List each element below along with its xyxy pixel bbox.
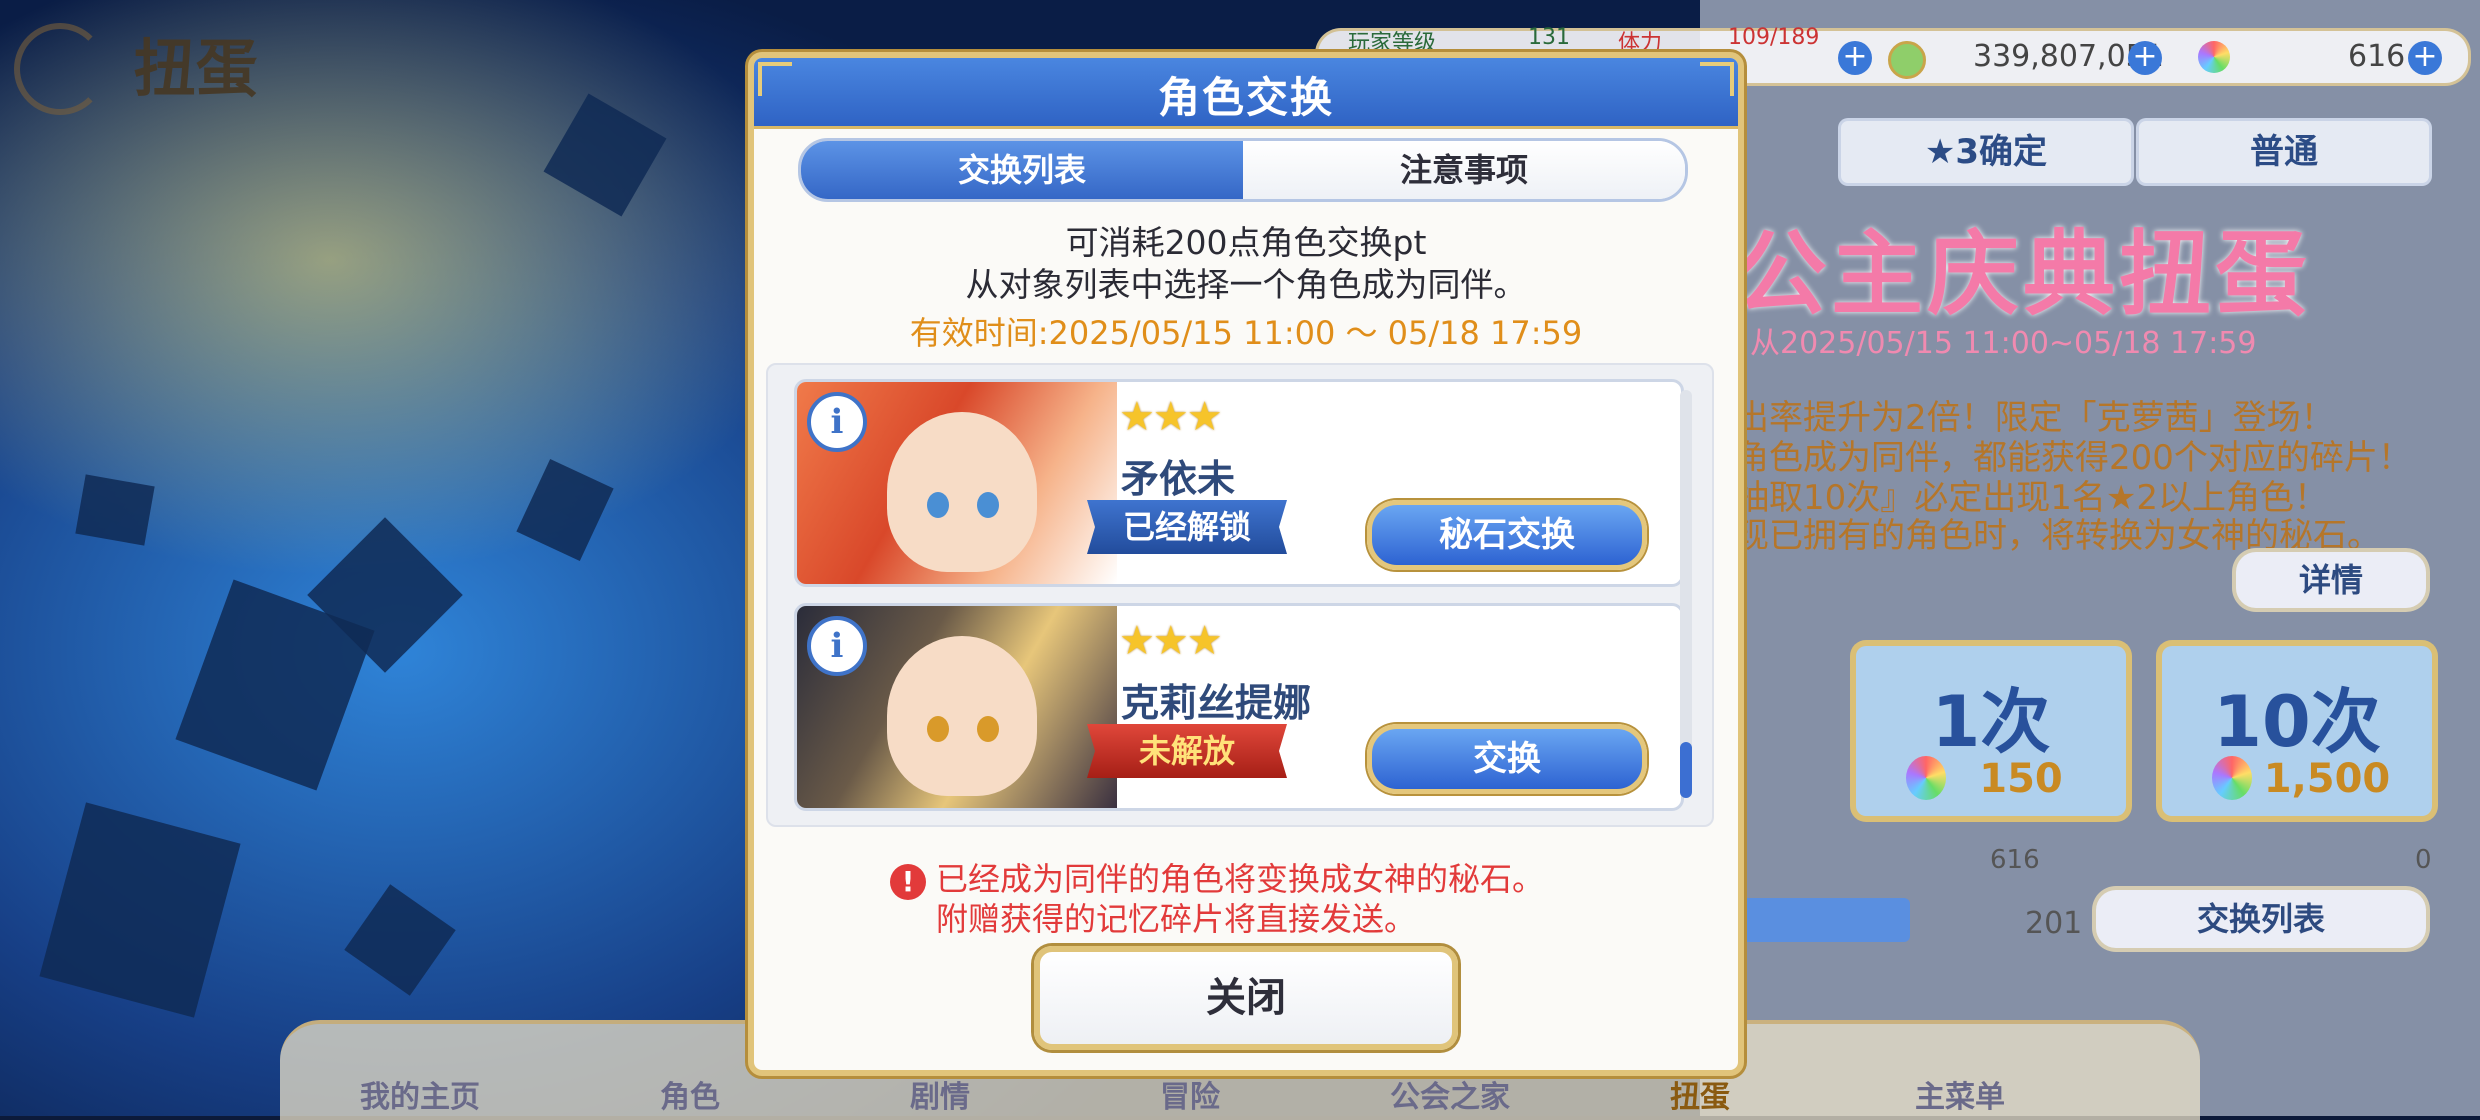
gacha-logo-text: 扭蛋 [133,31,258,105]
gacha-logo: 扭蛋 [10,20,310,115]
portrait-face [887,636,1037,796]
draw-cost: 1,500 [2263,756,2391,802]
draw-count: 10次 [2213,681,2381,763]
dialog-title: 角色交换 [1157,73,1334,122]
jewel-plus-button[interactable]: + [2408,41,2442,75]
rarity-stars: ★★★ [1119,618,1223,664]
stamina-value: 109/189 [1728,25,1820,50]
list-item: i ★★★ 矛依未 已经解锁 秘石交换 [794,379,1684,587]
exchange-pt-bar [1738,898,1910,942]
draw-count: 1次 [1931,681,2051,763]
close-button[interactable]: 关闭 [1034,946,1458,1050]
status-badge: 未解放 [1087,724,1287,778]
warning-icon: ! [890,864,926,900]
rarity-stars: ★★★ [1119,394,1223,440]
background-shard [543,93,667,217]
jewel-value: 616 [2348,39,2406,74]
free-jewel-count: 616 [1990,845,2040,875]
character-exchange-dialog: 角色交换 交换列表 注意事项 可消耗200点角色交换pt 从对象列表中选择一个角… [748,52,1744,1076]
character-portrait: i [797,606,1117,808]
banner-title: 公主庆典扭蛋 [1735,221,2312,328]
banner-date: 从2025/05/15 11:00~05/18 17:59 [1750,326,2257,361]
exchange-list-button[interactable]: 交换列表 [2092,886,2430,952]
list-scrollbar[interactable] [1680,390,1692,798]
background-shard [344,884,456,996]
portrait-eye [977,716,999,742]
stamina-plus-button[interactable]: + [1838,41,1872,75]
dialog-header: 角色交换 [754,58,1738,129]
nav-story[interactable]: 剧情 [820,1072,1060,1116]
background-shard [39,802,241,1018]
player-level: 131 [1528,25,1570,50]
nav-characters[interactable]: 角色 [570,1072,810,1116]
exchange-cost-text: 可消耗200点角色交换pt [1065,223,1427,262]
jewel-icon [2198,41,2230,73]
swirl-icon [14,22,106,115]
character-name: 克莉丝提娜 [1121,681,1312,725]
character-portrait: i [797,382,1117,584]
nav-main-menu[interactable]: 主菜单 [1840,1072,2080,1116]
background-shard [516,458,614,562]
character-list[interactable]: i ★★★ 矛依未 已经解锁 秘石交换 i ★★★ 克莉丝提娜 未解放 交换 [766,363,1714,827]
exchange-instruction-text: 从对象列表中选择一个角色成为同伴。 [965,265,1527,304]
nav-my-home[interactable]: 我的主页 [300,1072,540,1116]
tab-star3-guaranteed[interactable]: ★3确定 [1838,118,2134,186]
dialog-tabs: 交换列表 注意事项 [798,138,1688,202]
draw-1-button[interactable]: 1次 150 [1850,640,2132,822]
paid-jewel-count: 0 [2415,845,2432,875]
details-button[interactable]: 详情 [2232,548,2430,612]
nav-gacha[interactable]: 扭蛋 [1580,1072,1820,1116]
mana-coin-icon [1888,41,1926,79]
nav-adventure[interactable]: 冒险 [1070,1072,1310,1116]
tab-normal[interactable]: 普通 [2136,118,2432,186]
warning-text: 附赠获得的记忆碎片将直接发送。 [936,900,1417,938]
validity-period: 有效时间:2025/05/15 11:00 ～ 05/18 17:59 [909,314,1583,352]
portrait-eye [927,716,949,742]
nav-guild-house[interactable]: 公会之家 [1330,1072,1570,1116]
scroll-thumb[interactable] [1680,742,1692,798]
draw-cost: 150 [1979,756,2063,802]
status-badge: 已经解锁 [1087,500,1287,554]
background-shard [75,474,155,546]
list-item: i ★★★ 克莉丝提娜 未解放 交换 [794,603,1684,811]
portrait-eye [927,492,949,518]
mana-plus-button[interactable]: + [2128,41,2162,75]
portrait-face [887,412,1037,572]
info-icon[interactable]: i [807,616,867,676]
portrait-eye [977,492,999,518]
tab-exchange-list[interactable]: 交换列表 [801,141,1243,199]
jewel-exchange-button[interactable]: 秘石交换 [1367,500,1647,570]
draw-10-button[interactable]: 10次 1,500 [2156,640,2438,822]
tab-notes[interactable]: 注意事项 [1243,141,1685,199]
info-icon[interactable]: i [807,392,867,452]
exchange-pt-value: 201 [2025,906,2083,941]
character-name: 矛依未 [1121,457,1236,501]
exchange-button[interactable]: 交换 [1367,724,1647,794]
